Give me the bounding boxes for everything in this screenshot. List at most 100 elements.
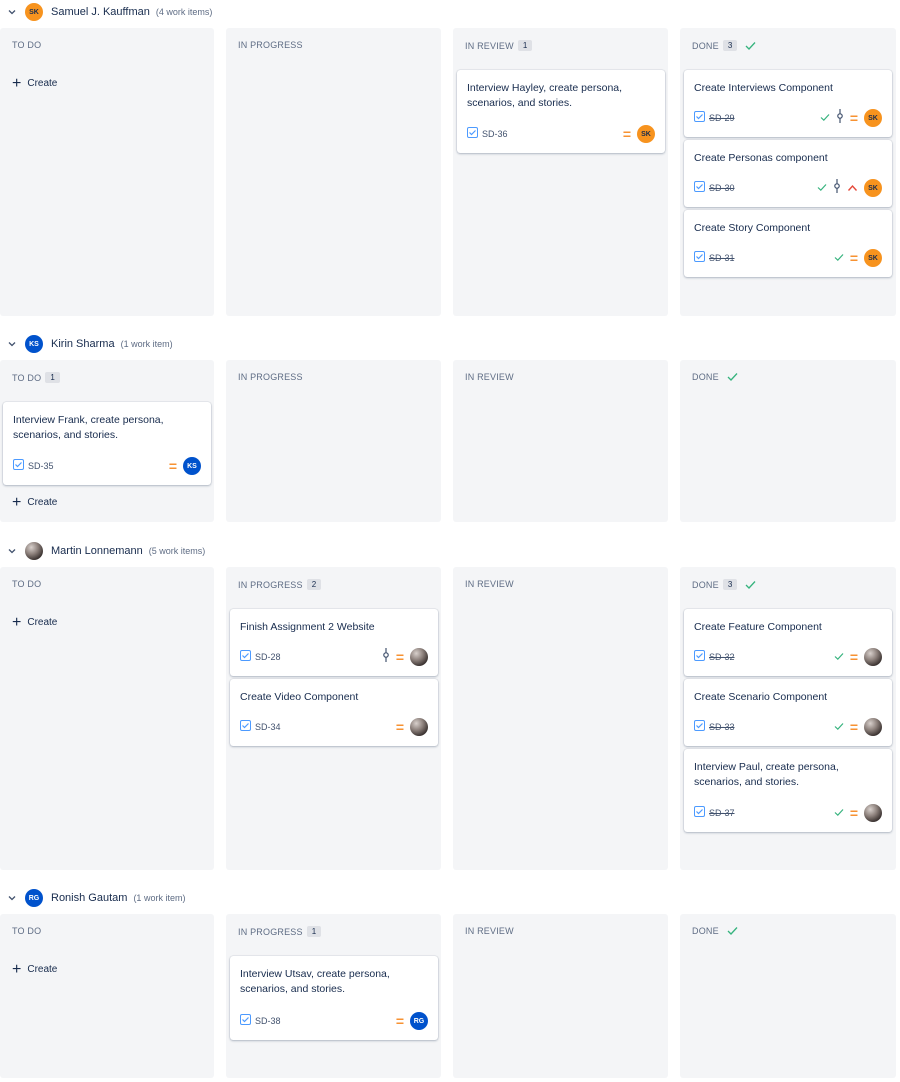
create-button[interactable]: + Create xyxy=(12,961,57,977)
create-button[interactable]: + Create xyxy=(12,74,57,92)
card-title: Create Personas component xyxy=(694,152,828,164)
card-key[interactable]: SD-31 xyxy=(709,253,735,263)
avatar[interactable] xyxy=(864,718,882,736)
issue-card[interactable]: Create Feature Component SD-32 = xyxy=(684,609,892,676)
column-todo: TO DO + Create xyxy=(0,28,214,316)
column-header: DONE xyxy=(692,926,738,936)
column-count-badge: 3 xyxy=(722,40,738,51)
task-checkbox-icon xyxy=(240,1012,251,1030)
swimlane-header[interactable]: KS Kirin Sharma (1 work item) xyxy=(0,332,173,356)
priority-medium-icon: = xyxy=(395,719,404,735)
create-button[interactable]: + Create xyxy=(12,613,57,631)
card-key[interactable]: SD-28 xyxy=(255,652,281,662)
issue-card[interactable]: Create Scenario Component SD-33 = xyxy=(684,679,892,746)
column-header: DONE xyxy=(692,372,738,382)
avatar[interactable]: SK xyxy=(864,249,882,267)
card-key[interactable]: SD-36 xyxy=(482,129,508,139)
column-inreview: IN REVIEW xyxy=(453,360,668,522)
avatar[interactable]: KS xyxy=(183,457,201,475)
avatar[interactable]: SK xyxy=(637,125,655,143)
issue-card[interactable]: Create Interviews Component SD-29 = SK xyxy=(684,70,892,137)
column-todo: TO DO 1 Interview Frank, create persona, … xyxy=(0,360,214,522)
avatar[interactable] xyxy=(864,648,882,666)
avatar[interactable]: SK xyxy=(25,3,43,21)
column-header: TO DO xyxy=(12,40,42,50)
swimlane-name: Martin Lonnemann xyxy=(51,545,143,557)
column-header: IN PROGRESS xyxy=(238,40,303,50)
column-inreview: IN REVIEW xyxy=(453,567,668,870)
swimlane-header[interactable]: SK Samuel J. Kauffman (4 work items) xyxy=(0,0,212,24)
column-count-badge: 2 xyxy=(306,579,322,590)
avatar[interactable]: SK xyxy=(864,179,882,197)
commit-icon xyxy=(382,647,390,667)
card-key[interactable]: SD-32 xyxy=(709,652,735,662)
card-key[interactable]: SD-33 xyxy=(709,722,735,732)
swimlane-header[interactable]: RG Ronish Gautam (1 work item) xyxy=(0,886,185,910)
issue-card[interactable]: Create Personas component SD-30 SK xyxy=(684,140,892,207)
card-title: Create Video Component xyxy=(240,691,359,703)
task-checkbox-icon xyxy=(694,249,705,267)
card-key[interactable]: SD-35 xyxy=(28,461,54,471)
avatar[interactable]: RG xyxy=(410,1012,428,1030)
commit-icon xyxy=(836,108,844,128)
avatar[interactable]: SK xyxy=(864,109,882,127)
column-header: IN PROGRESS 1 xyxy=(238,926,322,937)
card-key[interactable]: SD-38 xyxy=(255,1016,281,1026)
column-inprogress: IN PROGRESS 1 Interview Utsav, create per… xyxy=(226,914,441,1078)
avatar[interactable]: RG xyxy=(25,889,43,907)
check-icon xyxy=(834,249,844,267)
avatar[interactable] xyxy=(410,648,428,666)
check-icon xyxy=(745,41,756,51)
priority-medium-icon: = xyxy=(849,110,858,126)
priority-medium-icon: = xyxy=(168,458,177,474)
column-inprogress: IN PROGRESS xyxy=(226,28,441,316)
column-header: IN PROGRESS 2 xyxy=(238,579,322,590)
column-header: TO DO xyxy=(12,579,42,589)
task-checkbox-icon xyxy=(240,648,251,666)
priority-medium-icon: = xyxy=(622,126,631,142)
issue-card[interactable]: Interview Frank, create persona, scenari… xyxy=(3,402,211,485)
avatar[interactable]: KS xyxy=(25,335,43,353)
column-header: TO DO 1 xyxy=(12,372,60,383)
card-title: Create Scenario Component xyxy=(694,691,828,703)
issue-card[interactable]: Interview Utsav, create persona, scenari… xyxy=(230,956,438,1040)
column-header: IN REVIEW xyxy=(465,926,514,936)
chevron-down-icon[interactable] xyxy=(5,337,19,351)
chevron-down-icon[interactable] xyxy=(5,5,19,19)
column-header: IN REVIEW xyxy=(465,372,514,382)
priority-medium-icon: = xyxy=(849,250,858,266)
check-icon xyxy=(817,179,827,197)
avatar[interactable] xyxy=(410,718,428,736)
task-checkbox-icon xyxy=(694,179,705,197)
column-header: DONE 3 xyxy=(692,579,756,590)
column-header: TO DO xyxy=(12,926,42,936)
swimlane-name: Kirin Sharma xyxy=(51,338,115,350)
check-icon xyxy=(834,804,844,822)
column-header: IN REVIEW xyxy=(465,579,514,589)
card-key[interactable]: SD-29 xyxy=(709,113,735,123)
chevron-down-icon[interactable] xyxy=(5,891,19,905)
chevron-down-icon[interactable] xyxy=(5,544,19,558)
create-button[interactable]: + Create xyxy=(12,494,57,510)
swimlane-header[interactable]: Martin Lonnemann (5 work items) xyxy=(0,539,205,563)
task-checkbox-icon xyxy=(694,718,705,736)
issue-card[interactable]: Interview Hayley, create persona, scenar… xyxy=(457,70,665,153)
swimlane-count: (5 work items) xyxy=(148,546,206,556)
swimlane-name: Ronish Gautam xyxy=(51,892,128,904)
plus-icon: + xyxy=(12,74,22,92)
card-key[interactable]: SD-30 xyxy=(709,183,735,193)
card-key[interactable]: SD-34 xyxy=(255,722,281,732)
priority-medium-icon: = xyxy=(849,719,858,735)
issue-card[interactable]: Create Story Component SD-31 = SK xyxy=(684,210,892,277)
avatar[interactable] xyxy=(864,804,882,822)
card-title: Interview Utsav, create persona, scenari… xyxy=(240,968,390,995)
issue-card[interactable]: Create Video Component SD-34 = xyxy=(230,679,438,746)
issue-card[interactable]: Finish Assignment 2 Website SD-28 = xyxy=(230,609,438,676)
card-key[interactable]: SD-37 xyxy=(709,808,735,818)
avatar[interactable] xyxy=(25,542,43,560)
issue-card[interactable]: Interview Paul, create persona, scenario… xyxy=(684,749,892,832)
plus-icon: + xyxy=(12,613,22,631)
card-title: Interview Frank, create persona, scenari… xyxy=(13,414,164,441)
card-title: Interview Paul, create persona, scenario… xyxy=(694,761,839,788)
swimlane-count: (1 work item) xyxy=(120,339,173,349)
